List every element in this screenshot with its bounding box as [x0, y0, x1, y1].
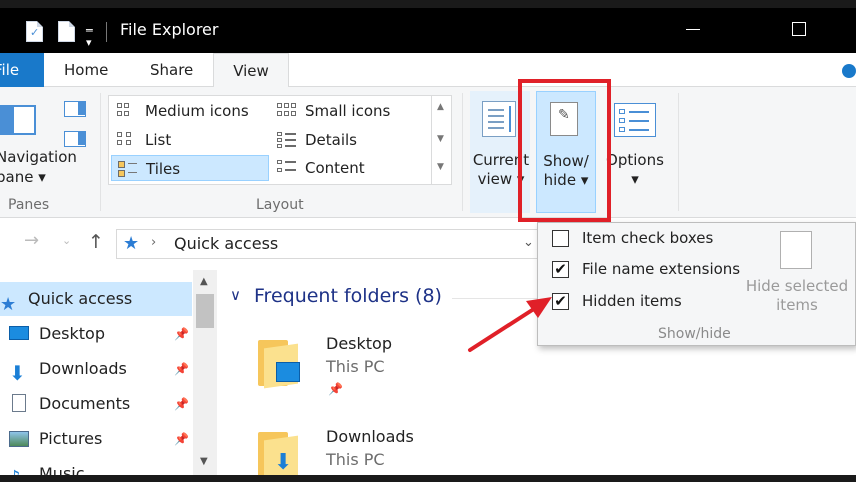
- annotation-highlight-box: [518, 79, 611, 222]
- layout-medium-icons[interactable]: Medium icons: [111, 98, 271, 124]
- help-icon[interactable]: [842, 64, 856, 78]
- hidden-items-option[interactable]: ✔ Hidden items: [552, 288, 682, 314]
- checkbox[interactable]: ✔: [552, 293, 569, 310]
- nav-item-quick-access[interactable]: ★ Quick access: [0, 282, 192, 316]
- title-bar: ✓ ═ ▾ File Explorer: [0, 8, 856, 53]
- folder-location: This PC: [326, 357, 385, 376]
- pin-icon: 📌: [328, 382, 343, 396]
- group-label-show-hide: Show/hide: [658, 326, 731, 342]
- content-icon: [277, 160, 297, 176]
- scroll-up-icon[interactable]: ▲: [437, 102, 444, 112]
- group-divider: [462, 93, 463, 211]
- quick-access-toolbar-dropdown-icon[interactable]: ═ ▾: [86, 25, 93, 49]
- scroll-down-icon[interactable]: ▼: [200, 456, 208, 467]
- tab-file[interactable]: File: [0, 53, 44, 87]
- star-icon: ★: [0, 294, 17, 315]
- expand-gallery-icon[interactable]: ▼: [437, 162, 444, 172]
- small-icons-icon: [277, 103, 297, 119]
- window-title: File Explorer: [120, 20, 219, 39]
- minimize-icon[interactable]: [686, 29, 700, 30]
- group-label-layout: Layout: [256, 197, 304, 213]
- pin-icon[interactable]: 📌: [174, 387, 189, 421]
- address-dropdown-icon[interactable]: ⌄: [523, 235, 534, 250]
- navigation-pane-icon[interactable]: [0, 105, 36, 135]
- preview-pane-icon[interactable]: [64, 101, 86, 117]
- pictures-icon: [9, 431, 29, 447]
- nav-item-documents[interactable]: Documents 📌: [0, 387, 192, 421]
- navigation-pane-button[interactable]: Navigation pane ▾: [0, 147, 77, 187]
- options-icon: [614, 103, 656, 137]
- address-bar[interactable]: ★ › Quick access ⌄: [116, 229, 546, 259]
- nav-item-desktop[interactable]: Desktop 📌: [0, 317, 192, 351]
- hide-selected-items-button[interactable]: Hide selected items: [742, 277, 852, 315]
- file-name-extensions-option[interactable]: ✔ File name extensions: [552, 256, 740, 282]
- maximize-icon[interactable]: [792, 22, 806, 36]
- pin-icon[interactable]: 📌: [174, 422, 189, 456]
- options-button[interactable]: Options ▾: [602, 91, 672, 213]
- layout-list[interactable]: List: [111, 127, 271, 153]
- nav-item-pictures[interactable]: Pictures 📌: [0, 422, 192, 456]
- layout-gallery-scroller[interactable]: ▲ ▼ ▼: [431, 96, 451, 184]
- details-pane-icon[interactable]: [64, 131, 86, 147]
- ribbon-tabs: File Home Share View: [0, 53, 856, 88]
- address-location: Quick access: [174, 234, 279, 253]
- documents-icon: [12, 394, 26, 412]
- layout-details[interactable]: Details: [271, 127, 431, 153]
- layout-content[interactable]: Content: [271, 155, 431, 181]
- downloads-icon: ⬇: [9, 361, 26, 385]
- breadcrumb-chevron-icon[interactable]: ›: [151, 235, 156, 250]
- layout-small-icons[interactable]: Small icons: [271, 98, 431, 124]
- pin-icon[interactable]: 📌: [174, 352, 189, 386]
- scrollbar-thumb[interactable]: [196, 294, 214, 328]
- checkbox[interactable]: [552, 230, 569, 247]
- new-folder-icon[interactable]: [58, 21, 75, 42]
- navigation-scrollbar[interactable]: ▲ ▼: [193, 270, 217, 475]
- collapse-chevron-icon[interactable]: ∨: [230, 286, 241, 304]
- toolbar-divider: [106, 22, 107, 42]
- ribbon: Navigation pane ▾ Panes Medium icons Sma…: [0, 87, 856, 218]
- group-divider: [100, 93, 101, 211]
- group-label-panes: Panes: [8, 197, 50, 213]
- group-divider: [678, 93, 679, 211]
- scroll-up-icon[interactable]: ▲: [200, 276, 208, 287]
- hide-selected-items-icon: [780, 231, 812, 269]
- section-title[interactable]: Frequent folders (8): [254, 285, 442, 307]
- screen-edge: [0, 475, 856, 482]
- checkbox[interactable]: ✔: [552, 261, 569, 278]
- layout-gallery: Medium icons Small icons List Details Ti…: [108, 95, 452, 185]
- check-icon: ✓: [30, 26, 40, 39]
- desktop-icon: [9, 326, 29, 340]
- item-check-boxes-option[interactable]: Item check boxes: [552, 225, 713, 251]
- recent-locations-icon[interactable]: ⌄: [62, 234, 71, 247]
- list-icon: [117, 132, 137, 148]
- up-arrow-icon[interactable]: ↑: [88, 231, 104, 253]
- pin-icon[interactable]: 📌: [174, 317, 189, 351]
- scroll-down-icon[interactable]: ▼: [437, 134, 444, 144]
- forward-arrow-icon[interactable]: →: [24, 230, 39, 251]
- star-icon: ★: [123, 233, 140, 254]
- current-view-icon: [482, 101, 516, 137]
- tab-share[interactable]: Share: [150, 53, 193, 87]
- folder-name: Desktop: [326, 334, 392, 353]
- tiles-icon: [118, 161, 138, 177]
- medium-icons-icon: [117, 103, 137, 119]
- tab-home[interactable]: Home: [64, 53, 108, 87]
- navigation-pane: ★ Quick access Desktop 📌 ⬇ Downloads 📌 D…: [0, 270, 218, 482]
- details-icon: [277, 132, 297, 148]
- sort-arrow-icon: [509, 106, 511, 132]
- layout-tiles[interactable]: Tiles: [111, 155, 269, 181]
- desktop-folder-icon: [258, 340, 300, 389]
- tab-view[interactable]: View: [213, 53, 289, 88]
- show-hide-panel: Item check boxes ✔ File name extensions …: [537, 222, 856, 346]
- nav-item-downloads[interactable]: ⬇ Downloads 📌: [0, 352, 192, 386]
- folder-name: Downloads: [326, 427, 414, 446]
- downloads-folder-icon: ⬇: [258, 432, 298, 481]
- folder-location: This PC: [326, 450, 385, 469]
